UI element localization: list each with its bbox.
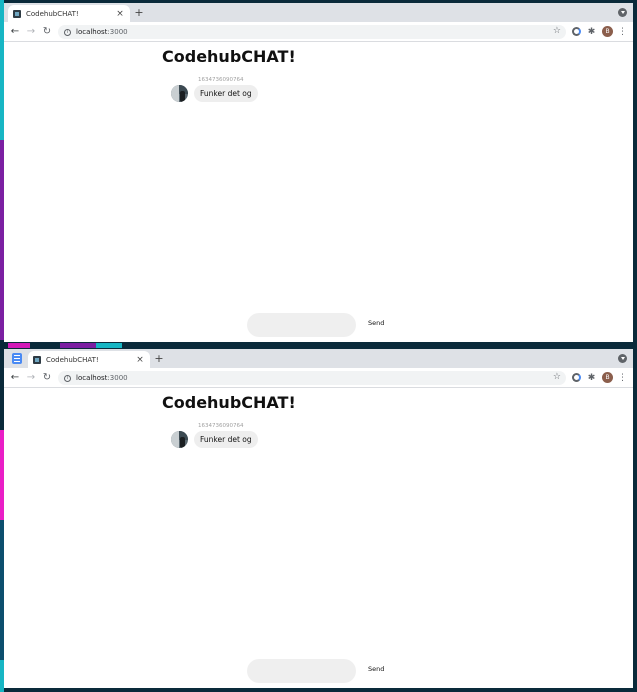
bookmark-star-icon[interactable]: ☆ (553, 372, 561, 382)
tab-title: CodehubCHAT! (26, 9, 79, 18)
tab-codehubchat[interactable]: CodehubCHAT! × (28, 351, 150, 368)
new-tab-button[interactable]: + (152, 352, 166, 366)
site-favicon-icon (13, 9, 21, 18)
page-title: CodehubCHAT! (162, 393, 296, 412)
forward-arrow-icon[interactable]: → (23, 368, 39, 388)
tab-strip: CodehubCHAT! × + (4, 349, 633, 368)
browser-toolbar: ← → ↻ i localhost:3000 ☆ ✱ B ⋮ (4, 22, 633, 42)
back-arrow-icon[interactable]: ← (7, 368, 23, 388)
message-input[interactable] (247, 313, 356, 337)
message-timestamp: 1634736090764 (198, 77, 244, 83)
site-favicon-icon (33, 355, 41, 364)
desktop-wallpaper (96, 343, 122, 348)
tab-title: CodehubCHAT! (46, 355, 99, 364)
extension-icon[interactable] (571, 372, 582, 383)
site-info-icon[interactable]: i (64, 374, 71, 382)
browser-window-top: CodehubCHAT! × + ← → ↻ i localhost:3000 … (4, 3, 633, 342)
chat-page: CodehubCHAT! 1634736090764 Funker det og… (4, 42, 633, 342)
url-port: :3000 (107, 374, 128, 382)
chat-page: CodehubCHAT! 1634736090764 Funker det og… (4, 388, 633, 688)
browser-window-bottom: CodehubCHAT! × + ← → ↻ i localhost:3000 … (4, 349, 633, 688)
reload-icon[interactable]: ↻ (39, 22, 55, 42)
extension-icon[interactable] (571, 26, 582, 37)
bookmark-star-icon[interactable]: ☆ (553, 26, 561, 36)
profile-avatar[interactable]: B (602, 26, 613, 37)
address-bar[interactable]: i localhost:3000 ☆ (58, 25, 566, 39)
browser-menu-icon[interactable]: ⋮ (617, 372, 628, 383)
message-timestamp: 1634736090764 (198, 423, 244, 429)
message-bubble: Funker det og (194, 431, 258, 448)
browser-menu-icon[interactable]: ⋮ (617, 26, 628, 37)
message-input[interactable] (247, 659, 356, 683)
user-avatar (171, 431, 188, 448)
url-host: localhost (76, 28, 108, 36)
browser-toolbar: ← → ↻ i localhost:3000 ☆ ✱ B ⋮ (4, 368, 633, 388)
url-port: :3000 (107, 28, 128, 36)
user-avatar (171, 85, 188, 102)
desktop-wallpaper (60, 343, 96, 348)
send-button[interactable]: Send (368, 319, 384, 327)
tab-search-icon[interactable] (618, 354, 627, 363)
tab-close-icon[interactable]: × (115, 9, 125, 19)
back-arrow-icon[interactable]: ← (7, 22, 23, 42)
extensions-puzzle-icon[interactable]: ✱ (586, 372, 597, 383)
extensions-puzzle-icon[interactable]: ✱ (586, 26, 597, 37)
site-info-icon[interactable]: i (64, 28, 71, 36)
docs-app-icon[interactable] (12, 353, 22, 364)
tab-search-icon[interactable] (618, 8, 627, 17)
message-bubble: Funker det og (194, 85, 258, 102)
page-title: CodehubCHAT! (162, 47, 296, 66)
desktop-wallpaper (8, 343, 30, 348)
profile-avatar[interactable]: B (602, 372, 613, 383)
tab-close-icon[interactable]: × (135, 355, 145, 365)
new-tab-button[interactable]: + (132, 6, 146, 20)
tab-strip: CodehubCHAT! × + (4, 3, 633, 22)
reload-icon[interactable]: ↻ (39, 368, 55, 388)
url-host: localhost (76, 374, 108, 382)
address-bar[interactable]: i localhost:3000 ☆ (58, 371, 566, 385)
send-button[interactable]: Send (368, 665, 384, 673)
forward-arrow-icon[interactable]: → (23, 22, 39, 42)
tab-codehubchat[interactable]: CodehubCHAT! × (8, 5, 130, 22)
